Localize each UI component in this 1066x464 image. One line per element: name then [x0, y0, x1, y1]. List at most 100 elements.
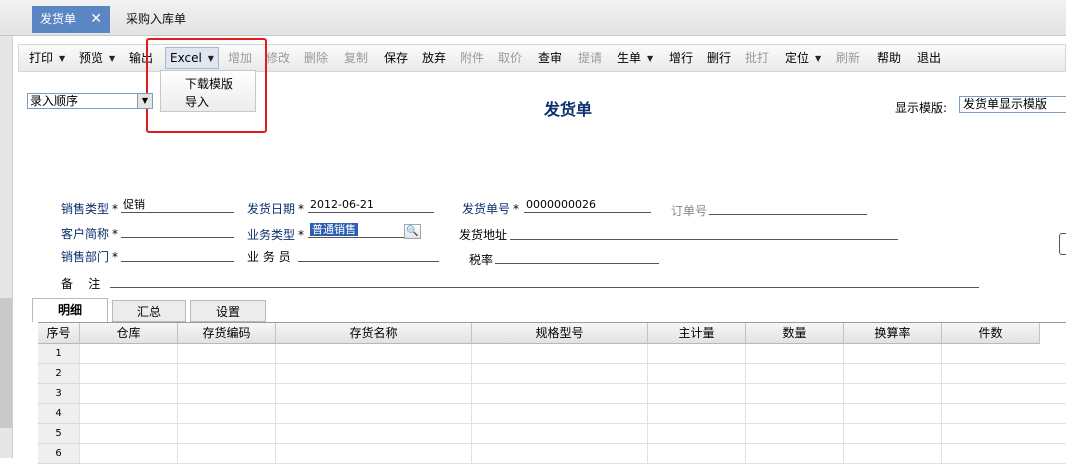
grid-divider: [79, 344, 80, 463]
side-expand-button[interactable]: [1059, 233, 1066, 255]
toolbar-button-label: 帮助: [877, 51, 902, 65]
close-icon[interactable]: ✕: [90, 6, 102, 33]
sales-dept-field[interactable]: [121, 247, 234, 262]
column-header[interactable]: 存货编码: [178, 323, 276, 344]
toolbar-button-6[interactable]: 删除: [300, 48, 332, 68]
column-header[interactable]: 数量: [746, 323, 844, 344]
salesman-field[interactable]: [298, 247, 439, 262]
toolbar-button-label: 打印: [29, 51, 54, 65]
ship-date-field[interactable]: 2012-06-21: [308, 198, 434, 213]
chevron-down-icon[interactable]: ▼: [59, 49, 65, 69]
toolbar-button-9[interactable]: 放弃: [418, 48, 450, 68]
search-icon[interactable]: 🔍: [404, 224, 421, 239]
salesman-label: 业 务 员: [247, 250, 291, 264]
tax-rate-field[interactable]: [495, 249, 659, 264]
toolbar-button-label: 预览: [79, 51, 104, 65]
table-row[interactable]: [80, 444, 1066, 464]
table-row[interactable]: [80, 344, 1066, 364]
column-header[interactable]: 规格型号: [472, 323, 648, 344]
grid-divider: [941, 344, 942, 463]
table-row[interactable]: [80, 424, 1066, 444]
toolbar-button-10[interactable]: 附件: [456, 48, 488, 68]
tab-detail[interactable]: 明细: [32, 298, 108, 322]
chevron-down-icon[interactable]: ▼: [137, 94, 152, 108]
toolbar-button-15[interactable]: 增行: [665, 48, 697, 68]
toolbar-button-20[interactable]: 帮助: [873, 48, 905, 68]
column-header[interactable]: 主计量: [648, 323, 746, 344]
toolbar-button-16[interactable]: 删行: [703, 48, 735, 68]
toolbar-button-label: 生单: [617, 51, 642, 65]
tab-label: 发货单: [40, 12, 77, 26]
biz-type-field[interactable]: 普通销售: [308, 223, 404, 238]
ship-address-label: 发货地址: [459, 228, 508, 242]
chevron-down-icon[interactable]: ▼: [647, 49, 653, 69]
column-header[interactable]: 换算率: [844, 323, 942, 344]
toolbar-button-21[interactable]: 退出: [913, 48, 945, 68]
toolbar-button-label: 退出: [917, 51, 942, 65]
column-header[interactable]: 件数: [942, 323, 1040, 344]
table-row[interactable]: [80, 404, 1066, 424]
toolbar-button-label: 放弃: [422, 51, 447, 65]
rail-handle[interactable]: [0, 298, 12, 428]
toolbar-button-label: 增行: [669, 51, 694, 65]
detail-grid: 序号 仓库 存货编码 存货名称 规格型号 主计量 数量 换算率 件数 1 2 3 4 5 6: [38, 322, 1066, 464]
toolbar-button-8[interactable]: 保存: [380, 48, 412, 68]
document-tab-bar: 发货单 ✕ 采购入库单: [0, 0, 1066, 36]
order-no-label: 订单号: [671, 204, 708, 218]
toolbar-button-label: 删除: [304, 51, 329, 65]
toolbar-button-label: 提请: [578, 51, 603, 65]
grid-divider: [471, 344, 472, 463]
page-title: 发货单: [544, 100, 593, 119]
toolbar-button-1[interactable]: 预览 ▼: [75, 48, 119, 68]
sales-type-label: 销售类型 *: [61, 202, 119, 216]
toolbar-button-label: 刷新: [836, 51, 861, 65]
row-number: 5: [38, 424, 80, 444]
row-number: 2: [38, 364, 80, 384]
table-row[interactable]: [80, 384, 1066, 404]
ship-date-label: 发货日期 *: [247, 202, 305, 216]
chevron-down-icon[interactable]: ▼: [109, 49, 115, 69]
toolbar-button-label: 查审: [538, 51, 563, 65]
toolbar-button-19[interactable]: 刷新: [832, 48, 864, 68]
tab-settings[interactable]: 设置: [190, 300, 266, 322]
toolbar-button-label: 定位: [785, 51, 810, 65]
tab-purchase-receipt[interactable]: 采购入库单: [118, 6, 194, 33]
sort-order-select[interactable]: 录入顺序 ▼: [27, 93, 153, 109]
ship-address-field[interactable]: [510, 225, 898, 240]
table-row[interactable]: [80, 364, 1066, 384]
toolbar-button-0[interactable]: 打印 ▼: [25, 48, 69, 68]
toolbar-button-label: 删行: [707, 51, 732, 65]
order-no-field[interactable]: [709, 200, 867, 215]
template-select[interactable]: 发货单显示模版: [959, 96, 1066, 113]
toolbar-button-11[interactable]: 取价: [494, 48, 526, 68]
toolbar-button-17[interactable]: 批打: [741, 48, 773, 68]
tab-summary[interactable]: 汇总: [112, 300, 186, 322]
toolbar-button-label: 保存: [384, 51, 409, 65]
row-number: 4: [38, 404, 80, 424]
toolbar-button-18[interactable]: 定位 ▼: [781, 48, 825, 68]
customer-label: 客户简称 *: [61, 227, 119, 241]
grid-divider: [275, 344, 276, 463]
toolbar-button-label: 批打: [745, 51, 770, 65]
column-header[interactable]: 仓库: [80, 323, 178, 344]
biz-type-label: 业务类型 *: [247, 228, 305, 242]
toolbar-button-12[interactable]: 查审: [534, 48, 566, 68]
grid-divider: [843, 344, 844, 463]
sales-dept-label: 销售部门 *: [61, 250, 119, 264]
row-number: 1: [38, 344, 80, 364]
toolbar-button-14[interactable]: 生单 ▼: [613, 48, 657, 68]
toolbar-button-13[interactable]: 提请: [574, 48, 606, 68]
column-header[interactable]: 序号: [38, 323, 80, 344]
customer-field[interactable]: [121, 223, 234, 238]
column-header[interactable]: 存货名称: [276, 323, 472, 344]
row-number: 3: [38, 384, 80, 404]
toolbar-button-7[interactable]: 复制: [340, 48, 372, 68]
sort-order-value: 录入顺序: [30, 94, 79, 108]
grid-divider: [647, 344, 648, 463]
ship-no-field[interactable]: 0000000026: [524, 198, 651, 213]
left-collapse-rail[interactable]: [0, 36, 13, 458]
chevron-down-icon[interactable]: ▼: [815, 49, 821, 69]
remark-field[interactable]: [110, 273, 979, 288]
sales-type-field[interactable]: 促销: [121, 198, 234, 213]
tab-delivery-note[interactable]: 发货单 ✕: [32, 6, 110, 33]
